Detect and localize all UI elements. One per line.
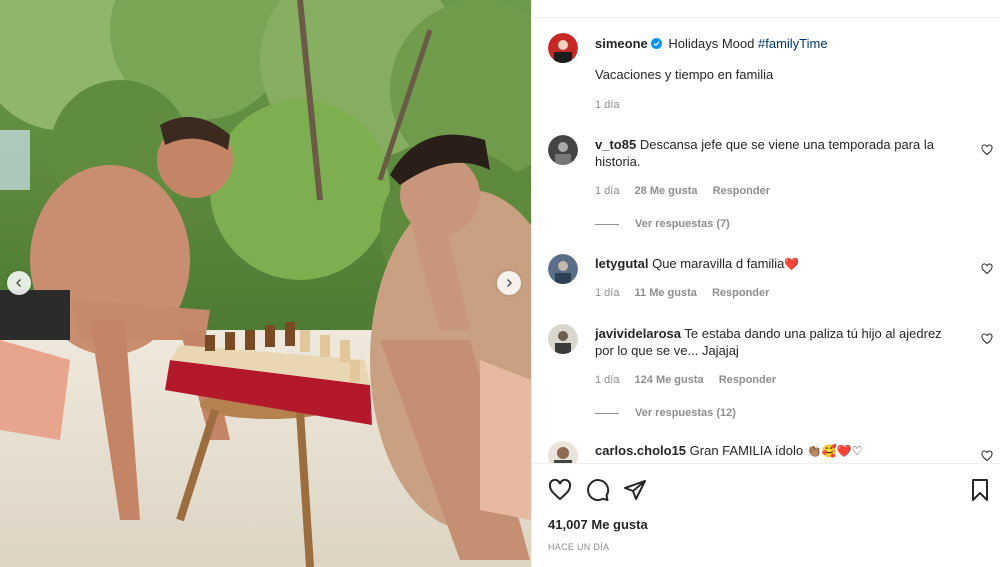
comment: javividelarosa Te estaba dando una paliz… xyxy=(548,324,993,394)
chess-beach-photo xyxy=(0,0,531,567)
avatar[interactable] xyxy=(548,324,578,354)
caption-title: Holidays Mood xyxy=(668,36,755,51)
view-replies-button[interactable]: Ver respuestas (12) xyxy=(595,407,736,419)
divider xyxy=(595,223,619,225)
chevron-right-icon xyxy=(506,278,513,288)
hashtag-link[interactable]: #familyTime xyxy=(758,36,828,51)
avatar[interactable] xyxy=(548,441,578,463)
comment-body: Descansa jefe que se viene una temporada… xyxy=(595,137,934,169)
previous-photo-button[interactable] xyxy=(7,271,31,295)
view-replies-label: Ver respuestas (7) xyxy=(635,218,730,230)
comment-like-heart-icon[interactable] xyxy=(981,144,993,156)
author-username[interactable]: simeone xyxy=(595,36,648,51)
comment-meta: 1 día 28 Me gusta Responder xyxy=(595,185,782,197)
heart-icon[interactable] xyxy=(548,478,572,502)
post-timestamp[interactable]: HACE UN DÍA xyxy=(548,542,609,552)
comment: v_to85 Descansa jefe que se viene una te… xyxy=(548,135,993,230)
comment-username[interactable]: letygutal xyxy=(595,256,648,271)
reply-button[interactable]: Responder xyxy=(713,185,770,197)
avatar[interactable] xyxy=(548,135,578,165)
caption-body: Vacaciones y tiempo en familia xyxy=(595,67,774,82)
comment-likes[interactable]: 11 Me gusta xyxy=(635,287,697,299)
comment-text: v_to85 Descansa jefe que se viene una te… xyxy=(595,136,945,170)
comment-meta: 1 día 124 Me gusta Responder xyxy=(595,374,788,386)
comment-username[interactable]: v_to85 xyxy=(595,137,636,152)
comment-meta: 1 día 11 Me gusta Responder xyxy=(595,287,781,299)
comment-likes[interactable]: 28 Me gusta xyxy=(635,185,698,197)
comment-body: Que maravilla d familia xyxy=(652,256,785,271)
comment-like-heart-icon[interactable] xyxy=(981,333,993,345)
caption-timestamp[interactable]: 1 día xyxy=(595,99,619,111)
comment-likes[interactable]: 124 Me gusta xyxy=(635,374,704,386)
next-photo-button[interactable] xyxy=(497,271,521,295)
comment-text: javividelarosa Te estaba dando una paliz… xyxy=(595,325,945,359)
comment: carlos.cholo15 Gran FAMILIA ídolo 👏🏽🥰❤️♡ xyxy=(548,441,993,463)
post-photo xyxy=(0,0,531,567)
chevron-left-icon xyxy=(15,278,22,288)
comment-like-heart-icon[interactable] xyxy=(981,450,993,462)
caption-headline: simeone Holidays Mood #familyTime xyxy=(595,35,975,53)
divider xyxy=(532,463,1000,464)
avatar-clip xyxy=(548,441,578,463)
avatar[interactable] xyxy=(548,33,578,63)
post-details-panel: simeone Holidays Mood #familyTime Vacaci… xyxy=(531,0,1000,567)
comment-icon[interactable] xyxy=(586,478,610,502)
comment-text: carlos.cholo15 Gran FAMILIA ídolo 👏🏽🥰❤️♡ xyxy=(595,442,945,460)
view-replies-label: Ver respuestas (12) xyxy=(635,407,736,419)
comment: letygutal Que maravilla d familia❤️ 1 dí… xyxy=(548,254,993,304)
comment-username[interactable]: javividelarosa xyxy=(595,326,681,341)
avatar[interactable] xyxy=(548,254,578,284)
comment-like-heart-icon[interactable] xyxy=(981,263,993,275)
verified-badge-icon xyxy=(650,38,662,49)
emoji-reactions: 👏🏽🥰❤️♡ xyxy=(806,444,863,458)
reply-button[interactable]: Responder xyxy=(719,374,776,386)
likes-count[interactable]: 41,007 Me gusta xyxy=(548,517,648,532)
comment-time[interactable]: 1 día xyxy=(595,374,619,386)
comment-text: letygutal Que maravilla d familia❤️ xyxy=(595,255,945,273)
divider xyxy=(595,412,619,414)
comment-body: Gran FAMILIA ídolo xyxy=(689,443,804,458)
share-icon[interactable] xyxy=(623,478,647,502)
comment-time[interactable]: 1 día xyxy=(595,287,619,299)
comment-time[interactable]: 1 día xyxy=(595,185,619,197)
divider xyxy=(532,17,1000,18)
view-replies-button[interactable]: Ver respuestas (7) xyxy=(595,218,730,230)
reply-button[interactable]: Responder xyxy=(712,287,769,299)
heart-emoji: ❤️ xyxy=(784,257,800,271)
comment-username[interactable]: carlos.cholo15 xyxy=(595,443,686,458)
bookmark-icon[interactable] xyxy=(968,478,992,502)
